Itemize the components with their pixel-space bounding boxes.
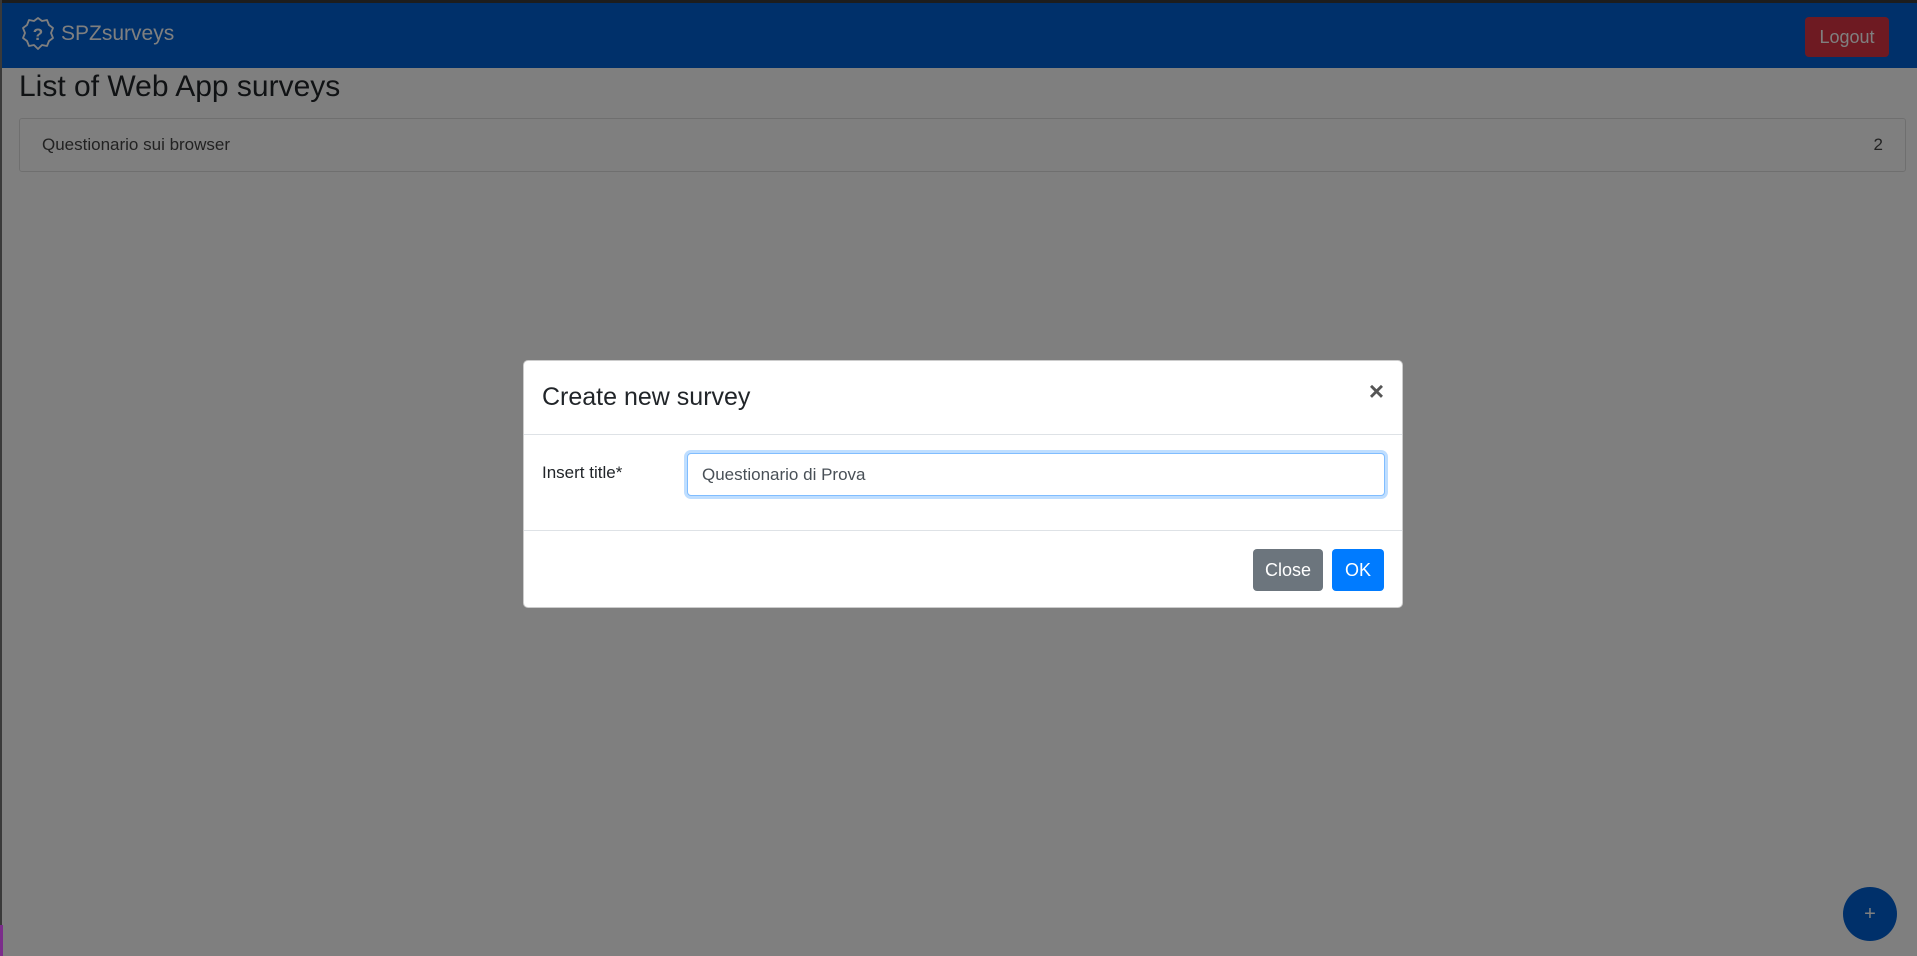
close-icon[interactable]: × (1369, 378, 1384, 404)
modal-header: Create new survey × (524, 361, 1402, 435)
title-field-label: Insert title* (542, 463, 623, 482)
window-edge (0, 0, 2, 956)
create-survey-modal: Create new survey × Insert title* Close … (523, 360, 1403, 608)
app-page: ? SPZsurveys Logout List of Web App surv… (0, 0, 1917, 956)
window-edge-accent (0, 925, 3, 956)
title-input[interactable] (687, 453, 1385, 496)
close-button[interactable]: Close (1253, 549, 1323, 591)
modal-body: Insert title* (524, 435, 1402, 531)
ok-button[interactable]: OK (1332, 549, 1384, 591)
modal-title: Create new survey (542, 383, 751, 411)
